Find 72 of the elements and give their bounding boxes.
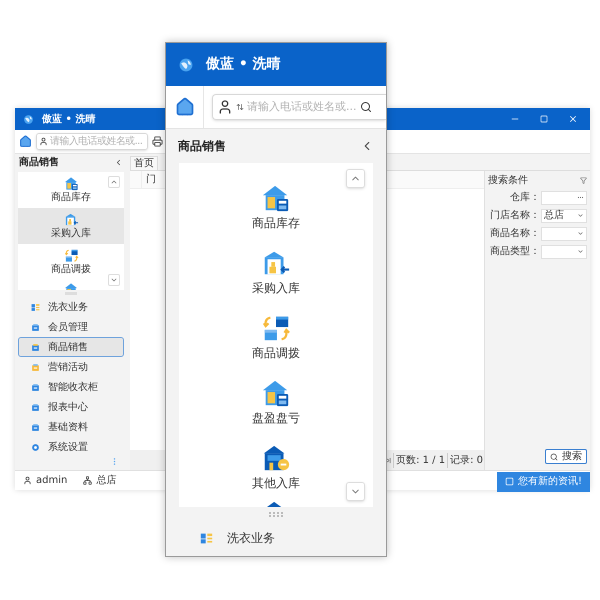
module-icon bbox=[31, 422, 40, 432]
shortcut-item[interactable]: 采购入库 bbox=[18, 208, 124, 244]
search-icon[interactable] bbox=[360, 101, 372, 113]
user-name: admin bbox=[36, 474, 68, 488]
field-label: 商品类型： bbox=[489, 244, 540, 259]
globe-logo-icon bbox=[178, 56, 194, 72]
field-label: 门店名称： bbox=[489, 208, 540, 223]
field-label: 仓库： bbox=[509, 190, 540, 205]
shortcut-item[interactable]: 其他入库 bbox=[179, 433, 373, 498]
printer-icon[interactable] bbox=[152, 136, 163, 147]
shortcut-item[interactable]: 商品库存 bbox=[179, 173, 373, 238]
module-icon bbox=[31, 302, 40, 312]
sort-icon[interactable] bbox=[236, 103, 244, 111]
shortcut-item[interactable]: 盘盈盘亏 bbox=[179, 368, 373, 433]
module-icon bbox=[31, 402, 40, 412]
nav-item[interactable]: 基础资料 bbox=[18, 417, 124, 438]
chevron-icon bbox=[577, 248, 584, 255]
search-icon bbox=[550, 452, 558, 460]
home-icon[interactable] bbox=[19, 135, 32, 148]
select-field[interactable]: 总店 bbox=[541, 208, 587, 222]
user-icon bbox=[23, 476, 32, 485]
ellipsis-icon bbox=[577, 194, 584, 201]
module-icon bbox=[31, 362, 40, 372]
nav-item[interactable]: 洗衣业务 bbox=[18, 298, 124, 318]
scroll-down-button[interactable] bbox=[346, 482, 365, 501]
shortcut-item[interactable]: 采购入库 bbox=[179, 238, 373, 303]
store-name: 总店 bbox=[96, 474, 116, 488]
warehouse-arrow-icon bbox=[64, 212, 78, 228]
nav-item[interactable]: 会员管理 bbox=[18, 317, 124, 338]
record-count: 记录: 0 bbox=[447, 452, 483, 468]
close-icon[interactable] bbox=[568, 114, 578, 124]
scroll-up-button[interactable] bbox=[346, 169, 365, 188]
section-title: 商品销售 bbox=[19, 155, 59, 170]
store-icon bbox=[83, 476, 92, 485]
panel-title: 搜索条件 bbox=[488, 174, 528, 188]
contact-icon bbox=[39, 137, 48, 146]
module-icon bbox=[200, 532, 213, 544]
contact-icon bbox=[217, 99, 233, 115]
chevron-icon bbox=[577, 230, 584, 237]
module-icon bbox=[31, 382, 40, 392]
picker-field[interactable] bbox=[541, 190, 587, 204]
chevron-icon bbox=[577, 212, 584, 219]
grip-icon[interactable] bbox=[269, 512, 283, 516]
column-header: 门 bbox=[145, 172, 157, 187]
page-count: 页数: 1 / 1 bbox=[393, 452, 446, 468]
search-placeholder: 请输入电话或姓名或... bbox=[50, 136, 142, 146]
notice-button[interactable]: 您有新的资讯! bbox=[496, 472, 590, 492]
window-title: 傲蓝 • 洗晴 bbox=[206, 55, 281, 74]
nav-item[interactable]: 洗衣业务 bbox=[166, 521, 386, 555]
nav-item[interactable]: 系统设置 bbox=[18, 437, 124, 457]
window-title: 傲蓝 • 洗晴 bbox=[42, 112, 96, 126]
select-field[interactable] bbox=[541, 244, 587, 258]
select-field[interactable] bbox=[541, 226, 587, 240]
tab[interactable]: 首页 bbox=[130, 156, 158, 170]
home-icon[interactable] bbox=[174, 97, 194, 117]
box-transfer-icon bbox=[64, 248, 78, 264]
warehouse-calculator-icon bbox=[64, 176, 78, 192]
nav-item[interactable]: 商品销售 bbox=[18, 337, 124, 358]
field-label: 商品名称： bbox=[489, 226, 540, 241]
nav-item[interactable]: 智能收衣柜 bbox=[18, 377, 124, 398]
maximize-icon[interactable] bbox=[540, 115, 548, 123]
globe-logo-icon bbox=[23, 114, 34, 124]
section-title: 商品销售 bbox=[178, 138, 226, 155]
nav-item[interactable]: 营销活动 bbox=[18, 357, 124, 378]
nav-item[interactable]: 报表中心 bbox=[18, 397, 124, 418]
filter-icon[interactable] bbox=[580, 176, 587, 184]
module-icon bbox=[31, 322, 40, 332]
search-button[interactable]: 搜索 bbox=[545, 449, 587, 464]
search-placeholder: 请输入电话或姓名或... bbox=[247, 98, 356, 115]
collapse-icon[interactable] bbox=[114, 158, 123, 168]
shortcut-item[interactable]: 商品调拨 bbox=[179, 303, 373, 368]
module-icon bbox=[31, 342, 40, 352]
